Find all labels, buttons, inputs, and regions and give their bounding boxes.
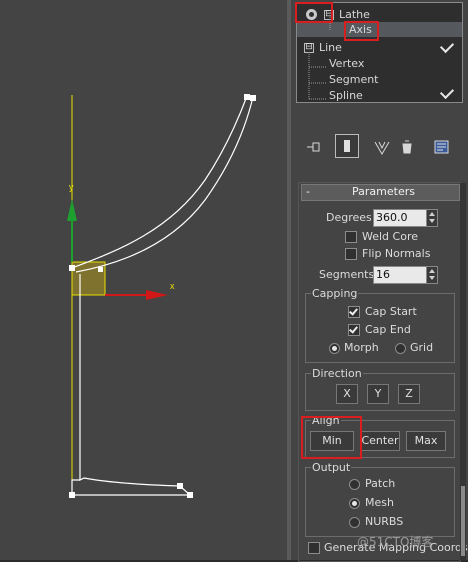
spline-vertex (250, 95, 256, 101)
mesh-radio[interactable] (349, 498, 360, 509)
make-unique-button[interactable] (370, 135, 394, 159)
direction-y-button[interactable]: Y (367, 384, 389, 404)
pin-stack-button[interactable] (302, 135, 326, 159)
y-axis-arrow-head (67, 199, 77, 221)
cap-start-label: Cap Start (365, 305, 417, 318)
spline-vertex (177, 483, 183, 489)
highlight-box (295, 2, 333, 23)
cap-start-checkbox[interactable] (348, 306, 360, 318)
grid-label: Grid (410, 341, 434, 354)
output-title: Output (311, 461, 352, 474)
x-axis-arrow-head (146, 290, 168, 300)
align-center-button[interactable]: Center (360, 431, 400, 451)
x-axis-label: x (170, 281, 175, 291)
generate-mapping-checkbox[interactable] (308, 542, 320, 554)
flip-normals-label: Flip Normals (362, 247, 431, 260)
segments-spinner[interactable] (426, 266, 438, 284)
spline-vertex (69, 265, 75, 271)
degrees-field[interactable]: 360.0 (373, 209, 427, 227)
spline-vertex (244, 94, 250, 100)
morph-radio[interactable] (329, 343, 340, 354)
nurbs-label: NURBS (365, 515, 404, 528)
highlight-box (301, 416, 362, 459)
spline-vertex (98, 267, 103, 272)
capping-title: Capping (311, 287, 359, 300)
spline-vertex (69, 492, 75, 498)
morph-label: Morph (344, 341, 379, 354)
scrollbar-thumb[interactable] (461, 486, 465, 556)
direction-title: Direction (311, 367, 363, 380)
flip-normals-checkbox[interactable] (345, 248, 357, 260)
highlight-box (344, 21, 379, 41)
align-max-button[interactable]: Max (406, 431, 446, 451)
cap-end-checkbox[interactable] (348, 324, 360, 336)
y-axis-label: y (69, 182, 74, 192)
nurbs-radio[interactable] (349, 517, 360, 528)
weld-core-label: Weld Core (362, 230, 418, 243)
mesh-label: Mesh (365, 496, 394, 509)
configure-modifier-sets-button[interactable] (430, 135, 454, 159)
degrees-label: Degrees: (326, 211, 376, 224)
remove-modifier-button[interactable] (395, 135, 419, 159)
direction-z-button[interactable]: Z (398, 384, 420, 404)
watermark: @51CTO博客 (357, 535, 434, 549)
patch-label: Patch (365, 477, 396, 490)
segments-label: Segments: (319, 268, 378, 281)
show-end-result-button[interactable] (335, 134, 359, 158)
weld-core-checkbox[interactable] (345, 231, 357, 243)
viewport-canvas[interactable]: y x (0, 0, 287, 560)
cap-end-label: Cap End (365, 323, 411, 336)
grid-radio[interactable] (395, 343, 406, 354)
spline-vertex (187, 492, 193, 498)
patch-radio[interactable] (349, 479, 360, 490)
degrees-spinner[interactable] (426, 209, 438, 227)
viewport[interactable]: y x (0, 0, 287, 560)
direction-x-button[interactable]: X (336, 384, 358, 404)
segments-field[interactable]: 16 (373, 266, 427, 284)
